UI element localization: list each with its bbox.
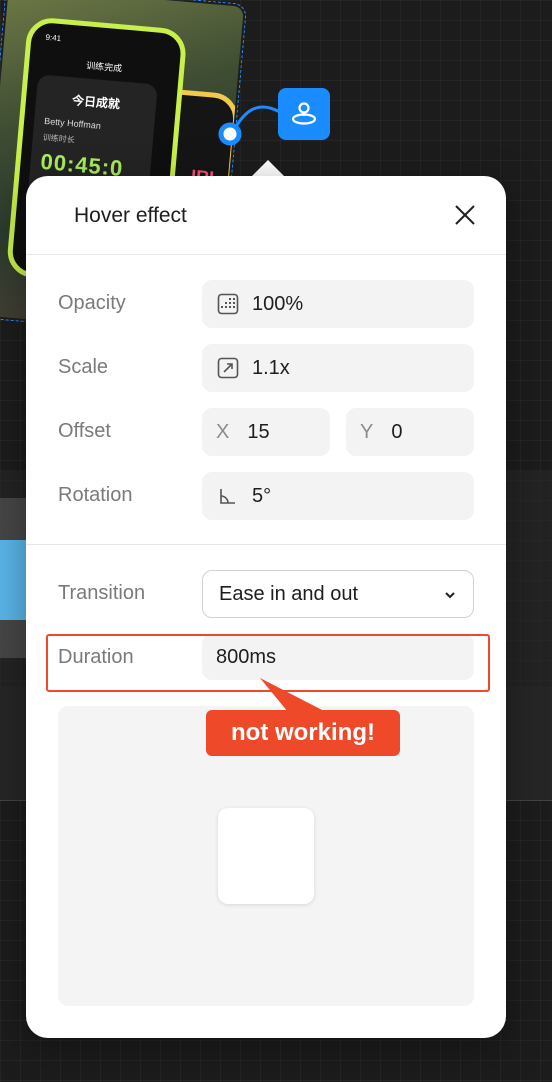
transition-label: Transition — [58, 582, 146, 604]
angle-icon — [216, 484, 240, 508]
opacity-grid-icon — [216, 292, 240, 316]
offset-y-field[interactable]: Y 0 — [346, 408, 474, 456]
scale-value: 1.1x — [252, 356, 290, 379]
offset-x-axis-label: X — [216, 420, 230, 443]
trigger-node-icon[interactable] — [278, 88, 330, 140]
panel-title: Hover effect — [74, 204, 187, 227]
offset-y-axis-label: Y — [360, 420, 374, 443]
phone-status-time: 9:41 — [45, 32, 62, 44]
chevron-down-icon — [443, 585, 457, 608]
scale-label: Scale — [58, 356, 109, 378]
header-divider — [26, 254, 506, 255]
card-heading: 今日成就 — [71, 93, 121, 112]
scale-field[interactable]: 1.1x — [202, 344, 474, 392]
opacity-field[interactable]: 100% — [202, 280, 474, 328]
preview-box[interactable] — [218, 808, 314, 904]
annotation-callout: not working! — [206, 710, 400, 756]
annotation-highlight-box — [46, 634, 490, 692]
close-button[interactable] — [452, 202, 478, 228]
opacity-label: Opacity — [58, 292, 126, 314]
opacity-value: 100% — [252, 292, 304, 315]
hover-trigger-icon — [291, 102, 317, 125]
scale-arrow-icon — [216, 356, 240, 380]
offset-x-value: 15 — [247, 420, 270, 443]
close-icon — [455, 205, 475, 225]
offset-y-value: 0 — [391, 420, 403, 443]
annotation-text: not working! — [231, 719, 375, 746]
transition-select[interactable]: Ease in and out — [202, 570, 474, 618]
hover-effect-panel: Hover effect Opacity 100% Scale 1.1x Off… — [26, 176, 506, 1038]
section-divider — [26, 544, 506, 545]
rotation-field[interactable]: 5° — [202, 472, 474, 520]
offset-x-field[interactable]: X 15 — [202, 408, 330, 456]
transition-value: Ease in and out — [219, 582, 358, 605]
rotation-value: 5° — [252, 484, 272, 507]
rotation-label: Rotation — [58, 484, 133, 506]
offset-label: Offset — [58, 420, 111, 442]
